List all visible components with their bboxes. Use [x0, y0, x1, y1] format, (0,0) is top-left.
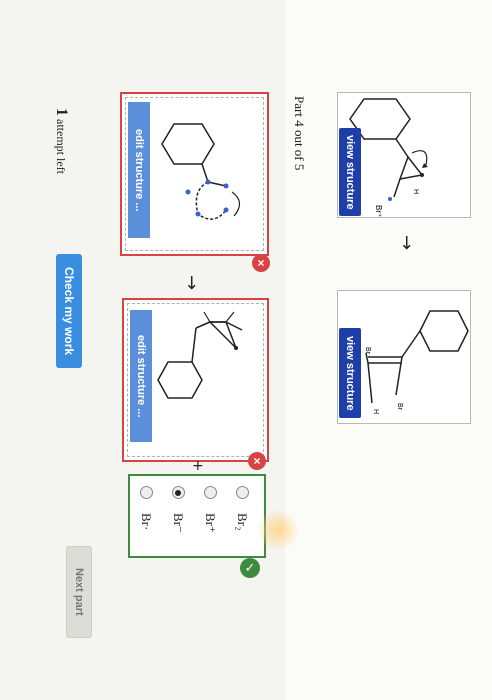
product-br1-label: Br	[364, 347, 371, 355]
choice-brplus-label: Br⁺	[203, 513, 218, 533]
choice-brdot[interactable]: Br·	[138, 486, 154, 530]
next-part-button[interactable]: Next part	[66, 546, 92, 638]
product-h-label: H	[372, 409, 379, 414]
choice-br2-label: Br₂	[235, 513, 250, 531]
answer-arrow: →	[181, 274, 203, 291]
answer-box-intermediate[interactable]: edit structure ...	[120, 92, 269, 256]
attempt-count: 1	[53, 108, 70, 116]
choice-br2-radio[interactable]	[235, 486, 249, 499]
attempt-text: attempt left	[54, 119, 68, 174]
choice-br2[interactable]: Br₂	[234, 486, 250, 531]
part-label: Part 4 out of 5	[292, 96, 307, 171]
choice-brdot-radio[interactable]	[139, 486, 153, 499]
view-structure-button-reactant[interactable]: view structure	[339, 128, 361, 216]
choice-brplus-radio[interactable]	[203, 486, 217, 499]
reaction-arrow: →	[396, 234, 418, 251]
edit-structure-button-1[interactable]: edit structure ...	[128, 102, 150, 238]
answer-box-bromonium[interactable]: edit structure ...	[122, 298, 269, 462]
product-br2-label: Br	[396, 403, 403, 411]
edit-structure-button-2[interactable]: edit structure ...	[130, 310, 152, 442]
remove-answer-1-icon[interactable]: ×	[252, 254, 270, 272]
reactant-h-label: H	[412, 189, 419, 194]
check-my-work-button[interactable]: Check my work	[56, 254, 82, 368]
attempts-remaining: 1 attempt left	[52, 108, 70, 174]
ion-choice-box: Br₂ Br⁺ Br⁻ Br·	[128, 474, 266, 558]
choice-brminus[interactable]: Br⁻	[170, 486, 186, 533]
choice-brminus-radio[interactable]	[171, 486, 185, 499]
correct-check-icon: ✓	[240, 558, 260, 578]
plus-sign: +	[192, 458, 204, 474]
choice-brplus[interactable]: Br⁺	[202, 486, 218, 533]
choice-brminus-label: Br⁻	[171, 513, 186, 533]
reactant-brplus-label: Br⁺	[374, 205, 383, 217]
screen-glare	[258, 510, 298, 550]
choice-brdot-label: Br·	[139, 513, 154, 531]
view-structure-button-product[interactable]: view structure	[339, 328, 361, 418]
remove-answer-2-icon[interactable]: ×	[248, 452, 266, 470]
